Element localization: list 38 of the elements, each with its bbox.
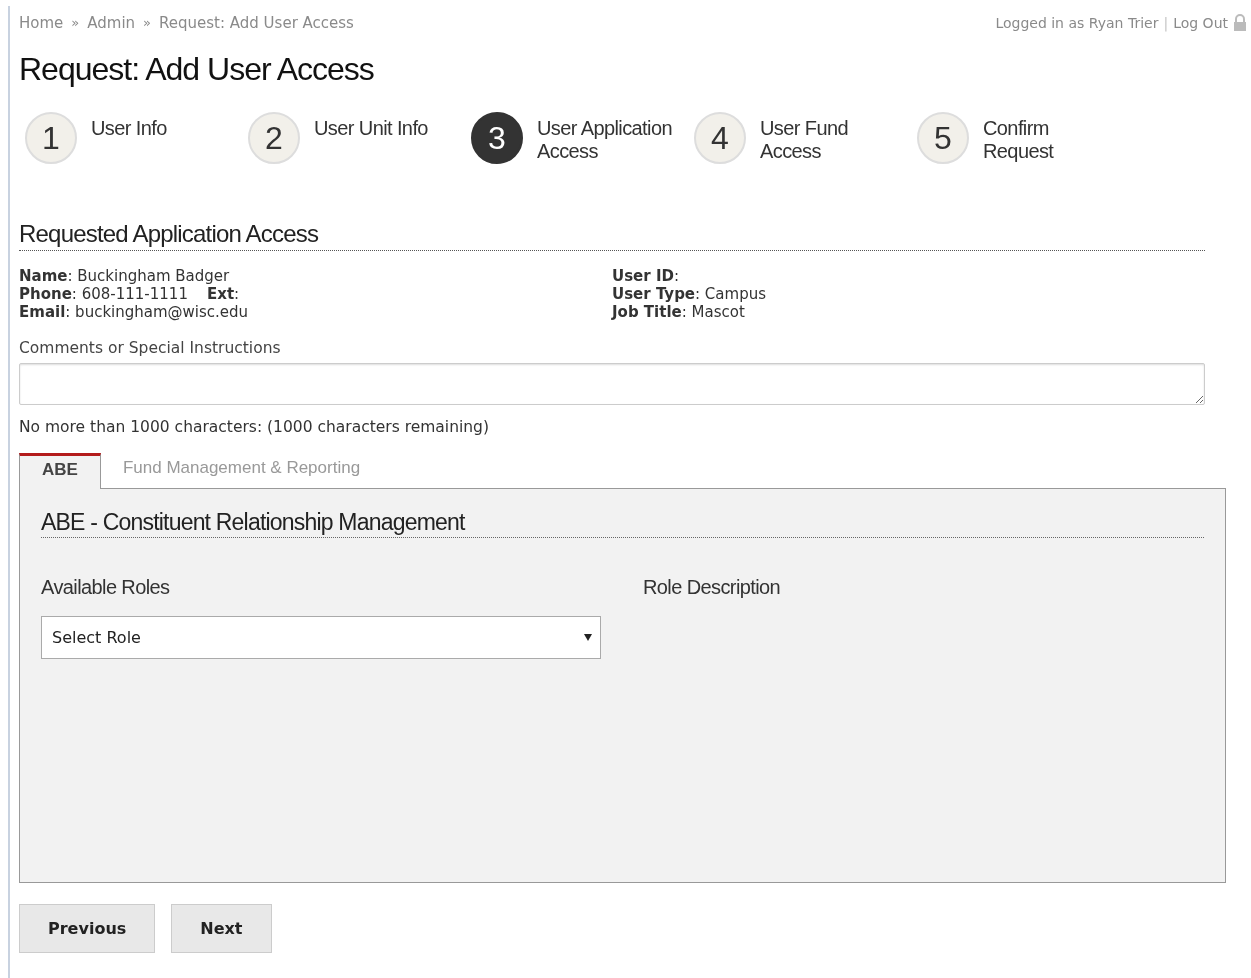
section-title: Requested Application Access <box>19 220 1205 251</box>
login-status: Logged in as Ryan Trier <box>995 14 1159 31</box>
field-label: Available Roles <box>41 576 171 599</box>
step-number: 4 <box>694 112 746 164</box>
user-detail: Job Title: Mascot <box>612 303 746 321</box>
step-label: User Fund Access <box>760 116 849 163</box>
character-limit-hint: No more than 1000 characters: (1000 characters remaining) <box>19 418 490 436</box>
breadcrumb-link[interactable]: Home <box>19 13 64 32</box>
user-detail: Phone: 608-111-1111 Ext: <box>19 285 241 303</box>
step-label: User Application Access <box>537 116 673 163</box>
user-detail: Name: Buckingham Badger <box>19 267 231 285</box>
step-number: 3 <box>471 112 523 164</box>
nav-button[interactable]: Previous <box>19 904 156 953</box>
nav-button[interactable]: Next <box>171 904 272 953</box>
step-number: 5 <box>917 112 969 164</box>
panel-title: ABE - Constituent Relationship Management <box>41 509 1204 538</box>
caret-icon <box>584 634 592 641</box>
step-label: User Unit Info <box>314 116 429 140</box>
breadcrumb-separator: » <box>71 15 80 30</box>
breadcrumb-link[interactable]: Admin <box>87 13 136 32</box>
tab[interactable]: ABE <box>19 453 101 489</box>
user-detail: User ID: <box>612 267 680 285</box>
logout-link[interactable]: Log Out <box>1173 14 1228 31</box>
step-label: User Info <box>91 116 168 140</box>
breadcrumb-separator: » <box>143 15 152 30</box>
user-detail: Email: buckingham@wisc.edu <box>19 303 250 321</box>
field-label: Role Description <box>643 576 781 599</box>
page-title: Request: Add User Access <box>19 51 375 88</box>
comments-field[interactable] <box>19 363 1205 405</box>
step-label: Confirm Request <box>983 116 1055 163</box>
user-detail: User Type: Campus <box>612 285 767 303</box>
breadcrumb-current: Request: Add User Access <box>159 13 354 32</box>
login-separator: | <box>1163 14 1169 31</box>
field-label: Comments or Special Instructions <box>19 339 282 357</box>
lock-icon <box>1233 14 1247 31</box>
role-select[interactable]: Select Role <box>41 616 601 659</box>
step-number: 1 <box>25 112 77 164</box>
step-number: 2 <box>248 112 300 164</box>
